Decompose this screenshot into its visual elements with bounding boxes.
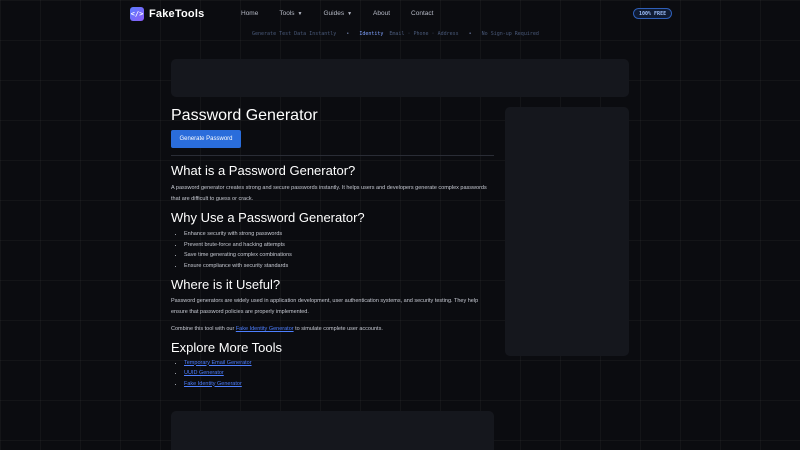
- benefits-list: Enhance security with strong passwords P…: [171, 229, 494, 271]
- list-item: Fake Identity Generator: [184, 379, 494, 390]
- list-item: Temporary Email Generator: [184, 358, 494, 369]
- nav-links: Home Tools ▼ Guides ▼ About Contact: [241, 10, 454, 17]
- generate-password-button[interactable]: Generate Password: [171, 130, 241, 148]
- free-badge: 100% FREE: [633, 8, 673, 19]
- bullet-icon: •: [468, 31, 472, 37]
- section-heading-why: Why Use a Password Generator?: [171, 210, 365, 225]
- uuid-generator-link[interactable]: UUID Generator: [184, 370, 224, 376]
- list-item: Enhance security with strong passwords: [184, 229, 494, 240]
- list-item: Ensure compliance with security standard…: [184, 261, 494, 272]
- bullet-icon: •: [346, 31, 350, 37]
- temp-email-link[interactable]: Temporary Email Generator: [184, 360, 252, 366]
- brand-name: FakeTools: [149, 8, 205, 20]
- fake-identity-generator-link[interactable]: Fake Identity Generator: [184, 381, 242, 387]
- ad-banner-top: [171, 59, 629, 97]
- page-title: Password Generator: [171, 107, 318, 124]
- ticker-item: Generate Test Data Instantly: [252, 31, 337, 37]
- section-text-where: Password generators are widely used in a…: [171, 298, 479, 315]
- brand-logo[interactable]: </> FakeTools: [130, 7, 204, 21]
- list-item: Save time generating complex combination…: [184, 250, 494, 261]
- navbar: </> FakeTools Home Tools ▼ Guides ▼ About …: [0, 0, 800, 28]
- code-icon: </>: [130, 7, 144, 21]
- chevron-down-icon: ▼: [347, 10, 353, 17]
- ticker-item: Email · Phone · Address: [389, 31, 459, 37]
- nav-link-contact[interactable]: Contact: [411, 10, 433, 17]
- section-heading-where: Where is it Useful?: [171, 277, 281, 292]
- nav-link-home[interactable]: Home: [241, 10, 258, 17]
- list-item: Prevent brute-force and hacking attempts: [184, 240, 494, 251]
- ad-banner-bottom: [171, 411, 494, 450]
- tools-list: Temporary Email Generator UUID Generator…: [171, 358, 494, 390]
- divider: [171, 155, 494, 156]
- feature-ticker: Generate Test Data Instantly • Identity …: [252, 31, 539, 37]
- section-heading-what: What is a Password Generator?: [171, 163, 356, 178]
- combine-text: Combine this tool with our Fake Identity…: [171, 326, 383, 332]
- fake-identity-link[interactable]: Fake Identity Generator: [236, 326, 294, 332]
- chevron-down-icon: ▼: [297, 10, 303, 17]
- main-content: Password Generator Generate Password Wha…: [171, 106, 494, 389]
- nav-link-guides[interactable]: Guides ▼: [323, 10, 352, 17]
- nav-link-about[interactable]: About: [373, 10, 390, 17]
- list-item: UUID Generator: [184, 368, 494, 379]
- ad-sidebar: [505, 107, 629, 356]
- ticker-item: Identity: [359, 31, 384, 37]
- section-heading-explore: Explore More Tools: [171, 339, 283, 355]
- ticker-item: No Sign-up Required: [481, 31, 539, 37]
- section-text-what: A password generator creates strong and …: [171, 185, 487, 202]
- nav-link-tools[interactable]: Tools ▼: [279, 10, 302, 17]
